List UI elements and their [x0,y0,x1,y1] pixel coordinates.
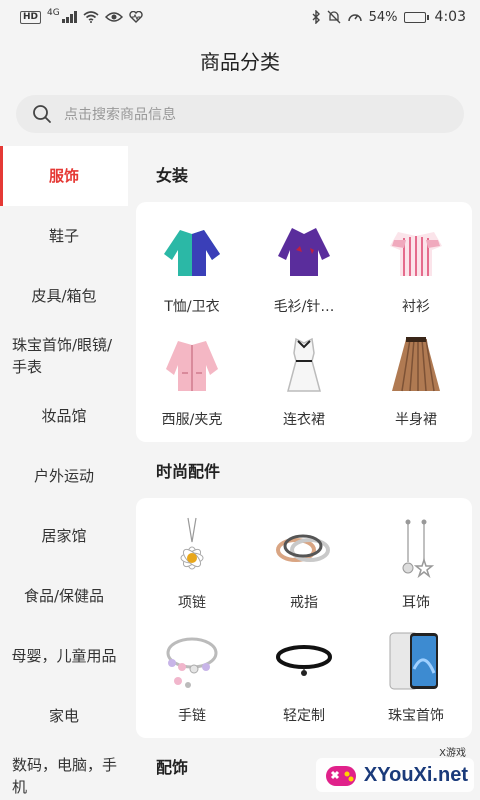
sidebar-item-label: 户外运动 [33,467,94,485]
battery-icon [403,11,429,23]
heart-health-icon [129,11,143,23]
subcategory-label: 连衣裙 [283,412,325,428]
signal-icon [61,11,77,23]
sidebar-item-label: 珠宝首饰/眼镜/手表 [12,336,113,376]
sidebar-item-digital[interactable]: 数码，电脑，手机 [0,746,128,800]
subcategory-tile[interactable]: 珠宝首饰 [360,621,472,734]
watermark-text: XYouXi.net [363,763,468,786]
sidebar-item-label: 家电 [48,707,79,725]
sweatshirt-icon [164,230,220,276]
subcategory-tile[interactable]: 手链 [136,621,248,734]
sidebar-item-shoes[interactable]: 鞋子 [0,206,128,266]
sidebar-item-home[interactable]: 居家馆 [0,506,128,566]
section-title: 女装 [156,166,189,185]
mute-bell-icon [327,10,341,24]
subcategory-tile[interactable]: 耳饰 [360,508,472,621]
watermark: X游戏 XYouXi.net [315,748,474,792]
gamepad-logo-icon [325,766,356,786]
ring-icon [276,534,330,562]
search-icon [33,105,51,123]
subcategory-tile[interactable]: 西服/夹克 [136,325,248,438]
phone-icon [389,632,438,690]
dress-icon [287,337,321,392]
subcategory-tile[interactable]: 项链 [136,508,248,621]
battery-percent: 54% [368,9,398,25]
wifi-icon [83,11,99,23]
sidebar-item-label: 妆品馆 [41,407,87,425]
sidebar-item-jewelry[interactable]: 珠宝首饰/眼镜/手表 [0,326,128,386]
necklace-icon [180,517,204,570]
category-sidebar: 服饰 鞋子 皮具/箱包 珠宝首饰/眼镜/手表 妆品馆 户外运动 居家馆 食品/保… [0,146,128,800]
sidebar-item-appliances[interactable]: 家电 [0,686,128,746]
subcategory-label: 珠宝首饰 [388,708,444,724]
sidebar-item-baby[interactable]: 母婴，儿童用品 [0,626,128,686]
sweater-icon [278,228,330,276]
hd-badge: HD [20,10,42,24]
subcategory-label: T恤/卫衣 [164,299,220,315]
subcategory-grid: T恤/卫衣 毛衫/针… 衬衫 西服/夹克 连衣裙 半身裙 [136,202,472,442]
subcategory-label: 耳饰 [402,595,430,611]
shirt-icon [390,232,442,276]
section-title: 时尚配件 [156,462,221,481]
sidebar-item-outdoor[interactable]: 户外运动 [0,446,128,506]
sidebar-item-label: 数码，电脑，手机 [12,756,118,796]
sidebar-item-label: 母婴，儿童用品 [11,647,117,665]
subcategory-label: 衬衫 [402,299,430,315]
page-title: 商品分类 [200,49,280,74]
search-placeholder: 点击搜索商品信息 [64,107,176,123]
sidebar-item-label: 服饰 [48,167,79,185]
subcategory-tile[interactable]: T恤/卫衣 [136,212,248,325]
category-main: 服饰 鞋子 皮具/箱包 珠宝首饰/眼镜/手表 妆品馆 户外运动 居家馆 食品/保… [0,146,480,800]
jacket-icon [166,341,218,391]
subcategory-tile[interactable]: 半身裙 [360,325,472,438]
sidebar-item-apparel[interactable]: 服饰 [0,146,128,206]
subcategory-tile[interactable]: 衬衫 [360,212,472,325]
watermark-small-text: X游戏 [439,748,466,759]
skirt-icon [392,337,440,392]
clock: 4:03 [434,9,466,25]
subcategory-tile[interactable]: 毛衫/针… [248,212,360,325]
sidebar-item-label: 鞋子 [48,227,79,245]
subcategory-label: 西服/夹克 [161,412,223,428]
choker-icon [276,645,332,676]
page-title-bar: 商品分类 [0,34,480,86]
network-type: 4G [47,8,60,18]
subcategory-grid: 项链 戒指 耳饰 手链 轻定制 珠宝首饰 [136,498,472,738]
bluetooth-icon [312,10,320,24]
sidebar-item-label: 居家馆 [41,527,87,545]
sidebar-item-label: 食品/保健品 [23,587,105,605]
subcategory-tile[interactable]: 连衣裙 [248,325,360,438]
subcategory-label: 项链 [178,595,206,611]
subcategory-tile[interactable]: 轻定制 [248,621,360,734]
speed-gauge-icon [347,14,362,22]
subcategory-label: 戒指 [290,595,318,611]
subcategory-label: 手链 [178,708,206,724]
bracelet-icon [166,637,218,688]
category-content: 女装 T恤/卫衣 毛衫/针… 衬衫 西服/夹克 连衣裙 半身裙 时尚配件 项链 … [128,146,480,800]
sidebar-item-bags[interactable]: 皮具/箱包 [0,266,128,326]
subcategory-label: 毛衫/针… [273,299,335,315]
sidebar-item-label: 皮具/箱包 [31,287,97,305]
sidebar-item-cosmetics[interactable]: 妆品馆 [0,386,128,446]
earring-icon [402,519,435,579]
search-input[interactable]: 点击搜索商品信息 [16,95,464,133]
subcategory-tile[interactable]: 戒指 [248,508,360,621]
eye-icon [104,12,123,22]
sidebar-item-food[interactable]: 食品/保健品 [0,566,128,626]
status-bar: HD 4G 54% 4:03 [0,0,480,34]
subcategory-label: 半身裙 [395,412,437,428]
subcategory-label: 轻定制 [283,708,325,724]
search-area: 点击搜索商品信息 [0,86,480,146]
